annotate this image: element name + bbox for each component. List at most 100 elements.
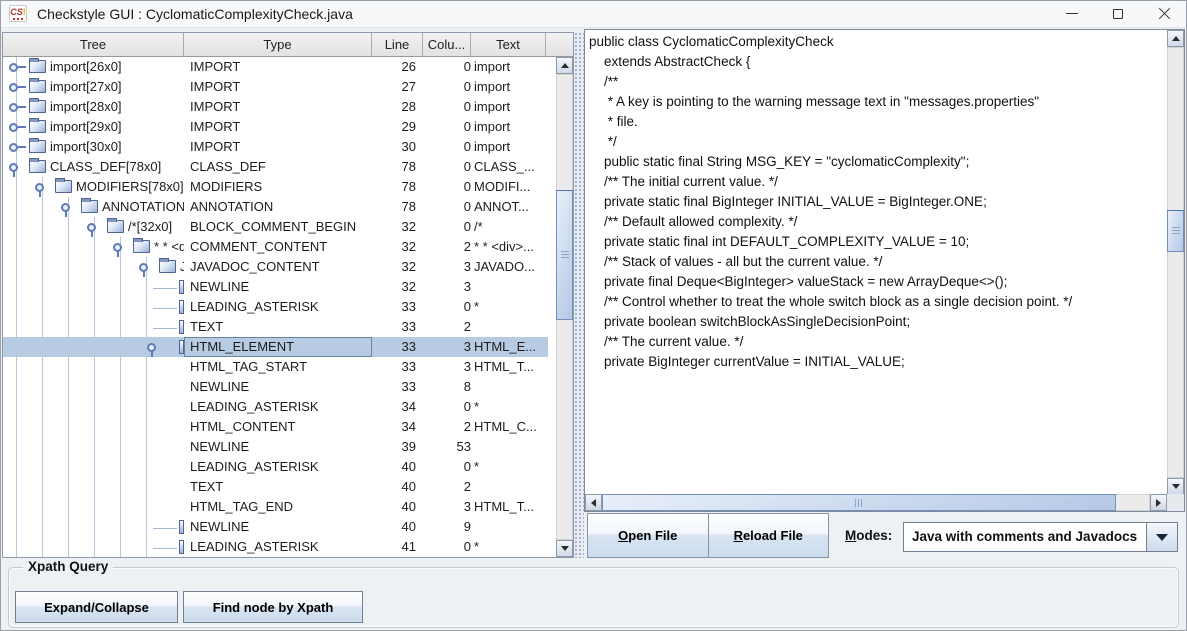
table-row[interactable]: JAVADOC_CONTENT[32x3]JAVADOC_CONTENT323J…: [3, 257, 548, 277]
cell-tree: [3, 297, 184, 317]
column-header-tree[interactable]: Tree: [3, 33, 184, 56]
dropdown-arrow-button[interactable]: [1146, 523, 1177, 551]
cell-tree: [3, 437, 184, 457]
tree-vertical-scrollbar[interactable]: [556, 57, 573, 557]
split-divider[interactable]: [574, 32, 584, 558]
table-row[interactable]: import[30x0]IMPORT300import: [3, 137, 548, 157]
leaf-node-icon: [179, 280, 184, 294]
maximize-button[interactable]: [1095, 0, 1141, 27]
table-row[interactable]: TEXT402: [3, 477, 548, 497]
column-header-column[interactable]: Colu...: [423, 33, 471, 56]
expand-collapse-button[interactable]: Expand/Collapse: [15, 591, 178, 623]
tree-toggle-handle[interactable]: [9, 81, 25, 97]
scroll-down-button[interactable]: [1167, 478, 1184, 495]
cell-line: 28: [372, 97, 423, 117]
scrollbar-thumb[interactable]: [602, 494, 1116, 511]
table-row[interactable]: TEXT332: [3, 317, 548, 337]
code-vertical-scrollbar[interactable]: [1167, 30, 1184, 495]
scroll-up-button[interactable]: [1167, 30, 1184, 47]
table-row[interactable]: * * <div>...COMMENT_CONTENT322* * <div>.…: [3, 237, 548, 257]
table-row[interactable]: import[27x0]IMPORT270import: [3, 77, 548, 97]
tree-toggle-handle[interactable]: [9, 101, 25, 117]
table-row[interactable]: HTML_TAG_START333HTML_T...: [3, 357, 548, 377]
close-button[interactable]: [1141, 0, 1187, 27]
minimize-button[interactable]: [1049, 0, 1095, 27]
open-file-button[interactable]: Open File: [588, 514, 708, 557]
cell-text: *: [471, 457, 546, 477]
table-row[interactable]: LEADING_ASTERISK410*: [3, 537, 548, 557]
table-row[interactable]: CLASS_DEF[78x0]CLASS_DEF780CLASS_...: [3, 157, 548, 177]
table-row[interactable]: NEWLINE323: [3, 277, 548, 297]
arrow-left-icon: [591, 499, 596, 507]
cell-line: 78: [372, 177, 423, 197]
cell-column: 0: [423, 57, 471, 77]
table-row[interactable]: import[29x0]IMPORT290import: [3, 117, 548, 137]
table-row[interactable]: HTML_CONTENT342HTML_C...: [3, 417, 548, 437]
tree-toggle-handle[interactable]: [35, 181, 51, 197]
find-node-label: Find node by Xpath: [213, 600, 334, 615]
code-horizontal-scrollbar[interactable]: [585, 494, 1167, 511]
cell-type: HTML_TAG_END: [184, 497, 372, 517]
column-header-line[interactable]: Line: [372, 33, 423, 56]
cell-tree: JAVADOC_CONTENT[32x3]: [3, 257, 184, 277]
tree-toggle-handle[interactable]: [9, 141, 25, 157]
source-code-pane: public class CyclomaticComplexityCheck e…: [584, 29, 1185, 512]
window-title: Checkstyle GUI : CyclomaticComplexityChe…: [37, 6, 353, 22]
chevron-down-icon: [1156, 534, 1168, 541]
cell-type: NEWLINE: [184, 377, 372, 397]
cell-tree: [3, 377, 184, 397]
scrollbar-thumb[interactable]: [1167, 210, 1184, 252]
table-row[interactable]: NEWLINE409: [3, 517, 548, 537]
tree-toggle-handle[interactable]: [61, 201, 77, 217]
find-node-by-xpath-button[interactable]: Find node by Xpath: [183, 591, 363, 623]
tree-toggle-handle[interactable]: [139, 261, 155, 277]
table-row[interactable]: ANNOTATION[78x0]ANNOTATION780ANNOT...: [3, 197, 548, 217]
code-line: /** The current value. */: [589, 332, 1167, 352]
cell-text: *: [471, 537, 546, 557]
tree-toggle-handle[interactable]: [113, 241, 129, 257]
table-row[interactable]: LEADING_ASTERISK340*: [3, 397, 548, 417]
scroll-up-button[interactable]: [556, 57, 573, 74]
scrollbar-track[interactable]: [1167, 47, 1184, 478]
table-row[interactable]: NEWLINE338: [3, 377, 548, 397]
cell-type: NEWLINE: [184, 277, 372, 297]
table-row[interactable]: import[26x0]IMPORT260import: [3, 57, 548, 77]
column-header-type[interactable]: Type: [184, 33, 372, 56]
cell-tree: ANNOTATION[78x0]: [3, 197, 184, 217]
table-row[interactable]: MODIFIERS[78x0]MODIFIERS780MODIFI...: [3, 177, 548, 197]
reload-file-button[interactable]: Reload File: [708, 514, 829, 557]
cell-column: 0: [423, 77, 471, 97]
cell-tree: [3, 277, 184, 297]
cell-column: 3: [423, 337, 471, 357]
cell-line: 39: [372, 437, 423, 457]
scroll-left-button[interactable]: [585, 494, 602, 511]
tree-toggle-handle[interactable]: [87, 221, 103, 237]
column-header-text[interactable]: Text: [471, 33, 546, 56]
title-bar[interactable]: CS! Checkstyle GUI : CyclomaticComplexit…: [0, 0, 1187, 28]
table-row[interactable]: LEADING_ASTERISK400*: [3, 457, 548, 477]
tree-toggle-handle[interactable]: [9, 161, 25, 177]
tree-toggle-handle[interactable]: [147, 341, 163, 357]
cell-type: MODIFIERS: [184, 177, 372, 197]
code-line: extends AbstractCheck {: [589, 52, 1167, 72]
scroll-down-button[interactable]: [556, 540, 573, 557]
tree-connector-dash: [153, 308, 177, 309]
scrollbar-thumb[interactable]: [556, 190, 573, 320]
table-row[interactable]: import[28x0]IMPORT280import: [3, 97, 548, 117]
code-line: */: [589, 132, 1167, 152]
scroll-right-button[interactable]: [1150, 494, 1167, 511]
table-row[interactable]: NEWLINE3953: [3, 437, 548, 457]
modes-dropdown[interactable]: Java with comments and Javadocs: [903, 522, 1178, 552]
cell-line: 26: [372, 57, 423, 77]
leaf-node-icon: [179, 340, 184, 354]
table-row[interactable]: HTML_TAG_END403HTML_T...: [3, 497, 548, 517]
table-row[interactable]: HTML_ELEMENT333HTML_E...: [3, 337, 548, 357]
file-button-group: Open File Reload File: [587, 513, 829, 558]
code-editor[interactable]: public class CyclomaticComplexityCheck e…: [585, 30, 1167, 495]
table-row[interactable]: /*[32x0]BLOCK_COMMENT_BEGIN320/*: [3, 217, 548, 237]
tree-toggle-handle[interactable]: [9, 121, 25, 137]
tree-toggle-handle[interactable]: [9, 61, 25, 77]
tree-connector-dash: [153, 548, 177, 549]
table-row[interactable]: LEADING_ASTERISK330*: [3, 297, 548, 317]
cell-line: 32: [372, 217, 423, 237]
